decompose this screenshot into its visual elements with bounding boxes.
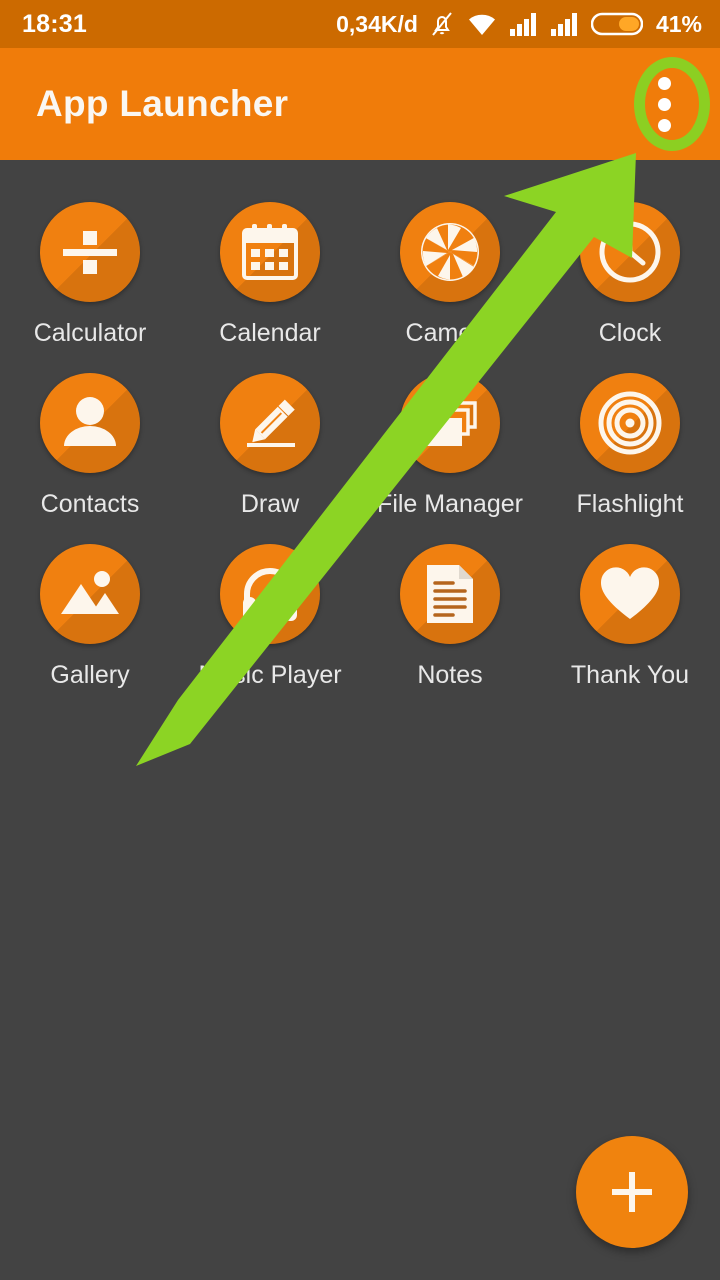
app-label: Flashlight <box>576 490 684 518</box>
app-label: Draw <box>240 490 300 518</box>
overflow-dot-icon <box>657 118 671 132</box>
app-item-calendar[interactable]: Calendar <box>180 202 360 373</box>
fab-add-button[interactable] <box>576 1136 688 1248</box>
app-item-flashlight[interactable]: Flashlight <box>540 373 720 544</box>
signal-sim2-icon <box>550 11 580 37</box>
status-icons-group: 0,34K/d 41% <box>336 10 702 38</box>
app-label: Clock <box>598 319 662 347</box>
app-label: Calendar <box>219 319 321 347</box>
app-item-calculator[interactable]: Calculator <box>0 202 180 373</box>
app-label: Notes <box>417 661 483 689</box>
calendar-icon <box>220 202 320 302</box>
divide-icon <box>40 202 140 302</box>
plus-icon <box>612 1172 652 1212</box>
overflow-dot-icon <box>657 97 671 111</box>
person-icon <box>40 373 140 473</box>
app-item-thank-you[interactable]: Thank You <box>540 544 720 715</box>
app-label: Music Player <box>198 661 342 689</box>
app-item-gallery[interactable]: Gallery <box>0 544 180 715</box>
app-label: Camera <box>405 319 495 347</box>
clock-icon <box>580 202 680 302</box>
app-label: Contacts <box>40 490 140 518</box>
app-item-music-player[interactable]: Music Player <box>180 544 360 715</box>
app-item-draw[interactable]: Draw <box>180 373 360 544</box>
app-item-notes[interactable]: Notes <box>360 544 540 715</box>
aperture-icon <box>400 202 500 302</box>
concentric-rings-icon <box>580 373 680 473</box>
page-title: App Launcher <box>36 83 289 124</box>
overflow-menu-button[interactable] <box>628 58 700 150</box>
battery-percent-text: 41% <box>655 10 702 37</box>
image-mountain-icon <box>40 544 140 644</box>
overflow-dot-icon <box>657 76 671 90</box>
heart-icon <box>580 544 680 644</box>
signal-sim1-icon <box>509 11 539 37</box>
app-label: Calculator <box>33 319 147 347</box>
headphones-icon <box>220 544 320 644</box>
notification-silenced-icon <box>429 10 455 38</box>
battery-icon <box>590 10 643 38</box>
wifi-icon <box>466 11 498 37</box>
app-item-clock[interactable]: Clock <box>540 202 720 373</box>
app-label: Thank You <box>570 661 690 689</box>
app-label: File Manager <box>377 490 523 518</box>
app-item-camera[interactable]: Camera <box>360 202 540 373</box>
status-bar: 18:31 0,34K/d 41% <box>0 0 720 48</box>
app-grid: Calculator Calendar Camera Clock Contact… <box>0 160 720 715</box>
app-bar: App Launcher <box>0 48 720 160</box>
app-label: Gallery <box>50 661 130 689</box>
app-item-contacts[interactable]: Contacts <box>0 373 180 544</box>
pencil-icon <box>220 373 320 473</box>
data-rate-text: 0,34K/d <box>336 10 418 37</box>
status-clock: 18:31 <box>22 9 87 38</box>
document-lines-icon <box>400 544 500 644</box>
folders-icon <box>400 373 500 473</box>
app-item-file-manager[interactable]: File Manager <box>360 373 540 544</box>
